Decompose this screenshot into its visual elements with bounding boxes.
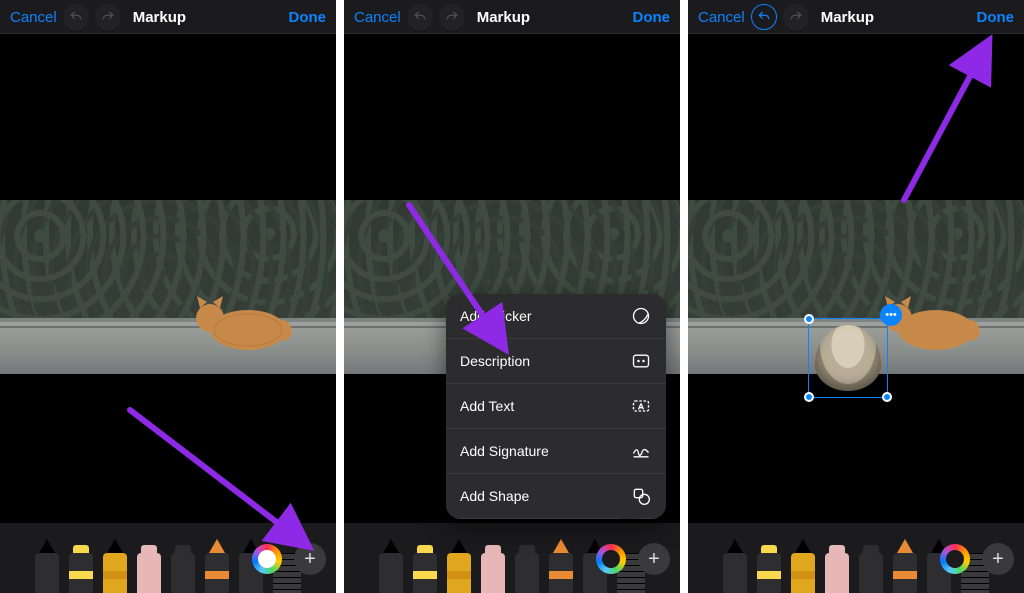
- add-menu-popup: Add Sticker Description Add Text Add Sig…: [446, 294, 666, 519]
- tool-eraser[interactable]: [137, 553, 161, 593]
- tool-lasso[interactable]: [859, 553, 883, 593]
- cancel-button[interactable]: Cancel: [698, 9, 745, 26]
- placed-sticker[interactable]: [815, 325, 881, 391]
- markup-screen-3: Cancel Markup Done: [688, 0, 1024, 593]
- undo-button[interactable]: [751, 4, 777, 30]
- tool-marker[interactable]: [757, 553, 781, 593]
- sticker-more-button[interactable]: •••: [880, 304, 902, 326]
- tool-pen[interactable]: [723, 553, 747, 593]
- menu-description[interactable]: Description: [446, 339, 666, 384]
- tool-highlighter[interactable]: [549, 553, 573, 593]
- color-picker-button[interactable]: [596, 544, 626, 574]
- tool-lasso[interactable]: [171, 553, 195, 593]
- sticker-icon: [630, 305, 652, 327]
- sticker-selection[interactable]: •••: [808, 318, 888, 398]
- markup-toolbar: +: [344, 523, 680, 593]
- header: Cancel Markup Done: [688, 0, 1024, 34]
- menu-add-signature[interactable]: Add Signature: [446, 429, 666, 474]
- photo-canvas[interactable]: •••: [688, 200, 1024, 380]
- annotation-arrow-3: [894, 40, 1004, 210]
- tool-pen[interactable]: [379, 553, 403, 593]
- tool-eraser[interactable]: [481, 553, 505, 593]
- tool-marker[interactable]: [413, 553, 437, 593]
- done-button[interactable]: Done: [289, 9, 327, 26]
- color-picker-button[interactable]: [940, 544, 970, 574]
- screen-title: Markup: [821, 9, 874, 26]
- tool-pencil[interactable]: [103, 553, 127, 593]
- undo-button[interactable]: [63, 4, 89, 30]
- tool-highlighter[interactable]: [205, 553, 229, 593]
- menu-add-text[interactable]: Add Text: [446, 384, 666, 429]
- header: Cancel Markup Done: [0, 0, 336, 34]
- screen-title: Markup: [133, 9, 186, 26]
- resize-handle-br[interactable]: [882, 392, 892, 402]
- tool-eraser[interactable]: [825, 553, 849, 593]
- markup-toolbar: +: [0, 523, 336, 593]
- tool-pencil[interactable]: [447, 553, 471, 593]
- tool-highlighter[interactable]: [893, 553, 917, 593]
- redo-button[interactable]: [439, 4, 465, 30]
- undo-icon: [69, 10, 83, 24]
- markup-toolbar: +: [688, 523, 1024, 593]
- done-button[interactable]: Done: [977, 9, 1015, 26]
- add-tool-button[interactable]: +: [294, 543, 326, 575]
- menu-item-label: Add Shape: [460, 488, 529, 504]
- tool-pencil[interactable]: [791, 553, 815, 593]
- photo-cat: [176, 280, 296, 355]
- header: Cancel Markup Done: [344, 0, 680, 34]
- markup-screen-2: Cancel Markup Done: [344, 0, 680, 593]
- menu-item-label: Description: [460, 353, 530, 369]
- menu-add-sticker[interactable]: Add Sticker: [446, 294, 666, 339]
- tool-pen[interactable]: [35, 553, 59, 593]
- color-picker-button[interactable]: [252, 544, 282, 574]
- textbox-icon: [630, 395, 652, 417]
- menu-item-label: Add Sticker: [460, 308, 532, 324]
- undo-icon: [757, 10, 771, 24]
- redo-button[interactable]: [95, 4, 121, 30]
- resize-handle-tl[interactable]: [804, 314, 814, 324]
- signature-icon: [630, 440, 652, 462]
- caption-icon: [630, 350, 652, 372]
- redo-icon: [445, 10, 459, 24]
- undo-button[interactable]: [407, 4, 433, 30]
- undo-icon: [413, 10, 427, 24]
- redo-button[interactable]: [783, 4, 809, 30]
- done-button[interactable]: Done: [633, 9, 671, 26]
- cancel-button[interactable]: Cancel: [354, 9, 401, 26]
- redo-icon: [101, 10, 115, 24]
- cancel-button[interactable]: Cancel: [10, 9, 57, 26]
- add-tool-button[interactable]: +: [982, 543, 1014, 575]
- tool-lasso[interactable]: [515, 553, 539, 593]
- tool-marker[interactable]: [69, 553, 93, 593]
- screen-title: Markup: [477, 9, 530, 26]
- menu-item-label: Add Signature: [460, 443, 549, 459]
- markup-screen-1: Cancel Markup Done: [0, 0, 336, 593]
- redo-icon: [789, 10, 803, 24]
- add-tool-button[interactable]: +: [638, 543, 670, 575]
- photo-canvas[interactable]: [0, 200, 336, 380]
- resize-handle-bl[interactable]: [804, 392, 814, 402]
- shapes-icon: [630, 485, 652, 507]
- menu-item-label: Add Text: [460, 398, 514, 414]
